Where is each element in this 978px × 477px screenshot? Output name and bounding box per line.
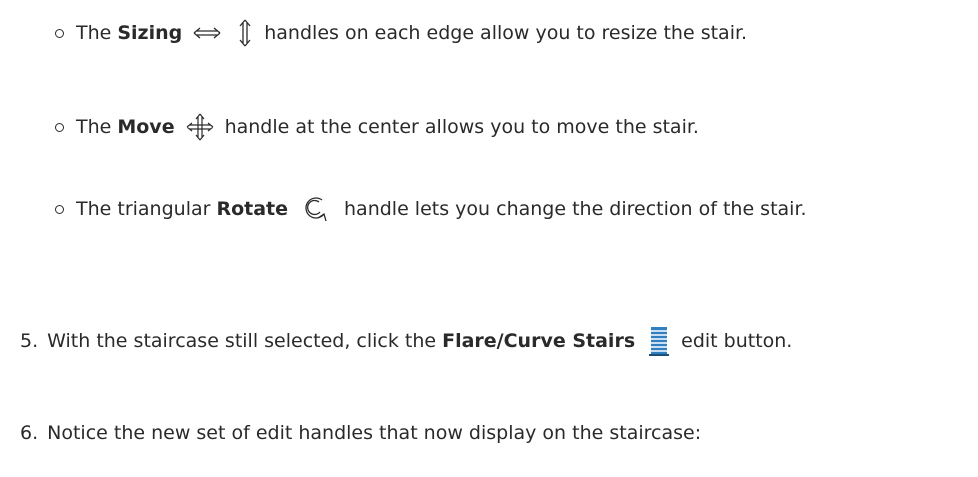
move-suffix: handle at the center allows you to move … <box>224 116 699 138</box>
flare-curve-stairs-label: Flare/Curve Stairs <box>442 330 636 352</box>
move-label: Move <box>117 116 175 138</box>
move-prefix: The <box>76 116 112 138</box>
rotate-label: Rotate <box>216 198 289 220</box>
bullet-marker <box>55 122 64 132</box>
rotate-arrow-icon <box>302 194 330 224</box>
move-bullet-item: The Move handle at the center allows you… <box>55 112 699 142</box>
sizing-suffix: handles on each edge allow you to resize… <box>264 22 748 44</box>
move-arrows-icon <box>185 112 215 142</box>
rotate-prefix: The triangular <box>76 198 211 220</box>
rotate-bullet-item: The triangular Rotate handle lets you ch… <box>55 194 807 224</box>
flare-curve-stairs-icon <box>649 326 670 356</box>
sizing-label: Sizing <box>117 22 183 44</box>
step-6-text: Notice the new set of edit handles that … <box>47 422 702 444</box>
sizing-bullet-item: The Sizing handles on each edge allow yo… <box>55 18 747 48</box>
step-5: 5. With the staircase still selected, cl… <box>20 326 792 356</box>
step-number: 5. <box>20 330 39 352</box>
step-number: 6. <box>20 422 39 444</box>
step-6: 6. Notice the new set of edit handles th… <box>20 422 701 444</box>
bullet-marker <box>55 204 64 214</box>
bullet-marker <box>55 28 64 38</box>
rotate-suffix: handle lets you change the direction of … <box>344 198 807 220</box>
double-arrow-vertical-icon <box>238 18 252 48</box>
step-5-suffix: edit button. <box>681 330 793 352</box>
step-5-prefix: With the staircase still selected, click… <box>47 330 437 352</box>
sizing-prefix: The <box>76 22 112 44</box>
double-arrow-horizontal-icon <box>192 26 222 40</box>
